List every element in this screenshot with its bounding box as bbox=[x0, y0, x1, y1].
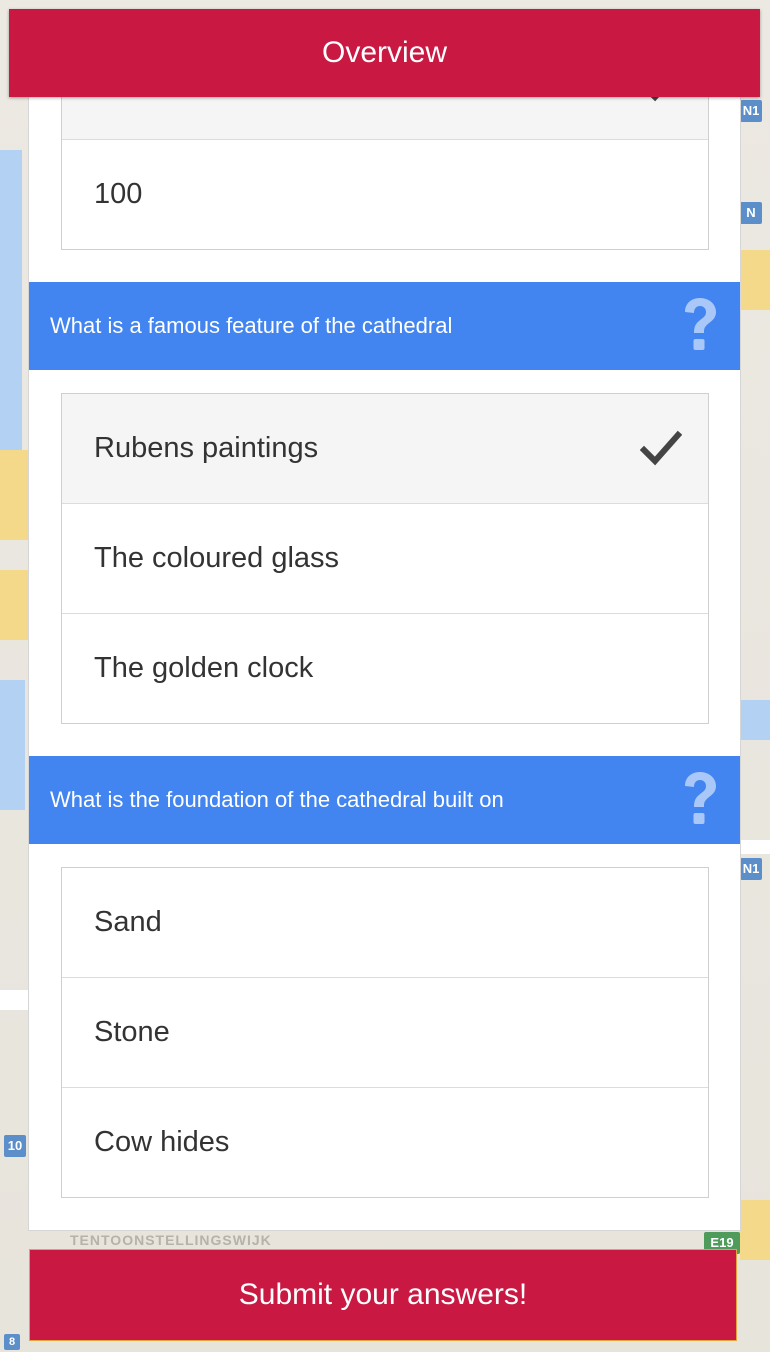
answer-option[interactable]: Cow hides bbox=[62, 1087, 708, 1197]
answer-option[interactable] bbox=[62, 97, 708, 139]
map-shield: N bbox=[740, 202, 762, 224]
answer-label: 100 bbox=[94, 178, 143, 210]
submit-label: Submit your answers! bbox=[238, 1278, 528, 1311]
answer-list-previous: 100 bbox=[61, 97, 709, 250]
checkmark-icon bbox=[651, 97, 659, 101]
checkmark-icon bbox=[640, 430, 682, 465]
map-shield: 8 bbox=[4, 1334, 20, 1350]
question-text: What is a famous feature of the cathedra… bbox=[50, 313, 453, 338]
submit-answers-button[interactable]: Submit your answers! bbox=[29, 1249, 737, 1341]
answer-label: Cow hides bbox=[94, 1126, 230, 1158]
answer-option[interactable]: The golden clock bbox=[62, 613, 708, 723]
answer-option[interactable]: 100 bbox=[62, 139, 708, 249]
map-shield: 10 bbox=[4, 1135, 26, 1157]
quiz-panel[interactable]: 100 What is a famous feature of the cath… bbox=[28, 97, 741, 1231]
question-mark-icon[interactable] bbox=[682, 298, 718, 354]
answer-option[interactable]: The coloured glass bbox=[62, 503, 708, 613]
question-header: What is the foundation of the cathedral … bbox=[29, 756, 740, 844]
answer-option[interactable]: Rubens paintings bbox=[62, 394, 708, 503]
question-text: What is the foundation of the cathedral … bbox=[50, 787, 504, 812]
map-shield: N1 bbox=[740, 100, 762, 122]
app-header: Overview bbox=[9, 9, 760, 97]
answer-label: Rubens paintings bbox=[94, 432, 319, 464]
page-title: Overview bbox=[321, 36, 448, 69]
answer-list-foundation: Sand Stone Cow hides bbox=[61, 867, 709, 1198]
answer-option[interactable]: Sand bbox=[62, 868, 708, 977]
answer-label: Sand bbox=[94, 906, 162, 938]
answer-label: Stone bbox=[94, 1016, 170, 1048]
question-mark-icon[interactable] bbox=[682, 772, 718, 828]
map-shield: N1 bbox=[740, 858, 762, 880]
map-district-label: TENTOONSTELLINGSWIJK bbox=[70, 1232, 272, 1248]
answer-option[interactable]: Stone bbox=[62, 977, 708, 1087]
answer-label: The golden clock bbox=[94, 652, 314, 684]
answer-label: The coloured glass bbox=[94, 542, 340, 574]
question-header: What is a famous feature of the cathedra… bbox=[29, 282, 740, 370]
answer-list-feature: Rubens paintings The coloured glass The … bbox=[61, 393, 709, 724]
